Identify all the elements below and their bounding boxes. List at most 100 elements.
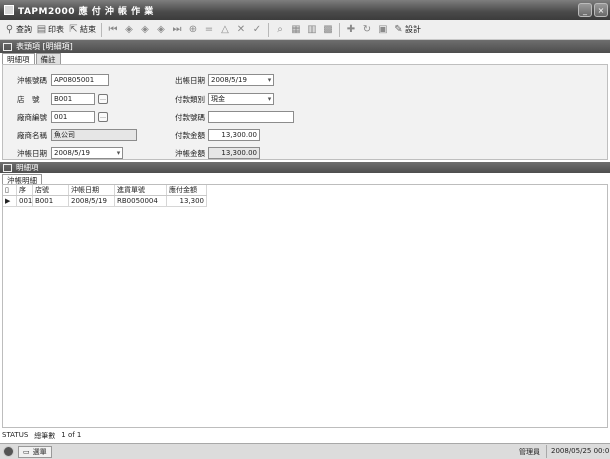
table-cell[interactable]: B001 [33,196,69,206]
store-label: 店 號 [17,95,40,104]
app-icon [4,5,14,15]
edit-button[interactable]: △ [217,22,233,38]
taskbar: ▭ 選單 管理員 2008/05/25 00:0 [0,443,610,459]
voucher-no-field[interactable]: AP0805001 [51,74,109,86]
records-label: 總筆數 [34,432,56,440]
date-dropdown-icon[interactable]: ▾ [113,148,124,158]
column-header[interactable]: 應付金額 [167,185,207,195]
delete-button[interactable]: = [201,22,217,38]
form-icon [3,42,12,51]
print-button[interactable]: ▤ 印表 [34,21,66,39]
design-icon: ✎ [394,24,403,35]
pay-type-label: 付款類別 [175,95,205,104]
pay-no-label: 付款號碼 [175,113,205,122]
current-row-indicator-icon: ▶ [3,196,17,206]
report-button[interactable]: ▥ [304,22,320,38]
next-icon: ◈ [157,24,165,35]
refresh-button[interactable]: ↻ [359,22,375,38]
x-icon: ✕ [236,24,246,35]
table-cell[interactable]: 2008/5/19 [69,196,115,206]
vendor-code-field[interactable]: 001 [51,111,95,123]
report-icon: ▥ [307,24,317,35]
filter-button[interactable]: ▦ [288,22,304,38]
cancel-button[interactable]: ✕ [233,22,249,38]
store-field[interactable]: B001 [51,93,95,105]
voucher-no-label: 沖帳號碼 [17,76,47,85]
detail-grid: ▯ 序 店號 沖帳日期 進貨單號 應付金額 ▶ 001 B001 2008/5/… [2,184,608,428]
exit-button[interactable]: ⇱ 結束 [66,21,98,39]
print-label: 印表 [48,25,64,34]
window-titlebar: TAPM2000 應 付 沖 帳 作 業 _ × [0,0,610,20]
pay-date-dropdown-icon[interactable]: ▾ [264,75,275,85]
triangle-icon: △ [221,24,229,35]
menu-icon: ▭ [23,447,30,456]
exit-icon: ⇱ [69,24,78,35]
save-button[interactable]: ✓ [249,22,265,38]
status-line: STATUS 總筆數 1 of 1 [2,431,81,441]
menu-task-button[interactable]: ▭ 選單 [18,445,52,458]
datetime: 2008/05/25 00:0 [546,445,610,458]
tab-remarks[interactable]: 備註 [35,53,61,64]
vendor-lookup-button[interactable]: … [98,112,108,122]
window-icon: ▣ [378,24,388,35]
last-record-button[interactable]: ⏭ [169,22,185,38]
store-lookup-button[interactable]: … [98,94,108,104]
prev-record-button[interactable]: ◈ [137,22,153,38]
grid-button[interactable]: ▩ [320,22,336,38]
find-button[interactable]: ⌕ [272,22,288,38]
first-record-button[interactable]: ⏮ [105,22,121,38]
table-row[interactable]: ▶ 001 B001 2008/5/19 RB0050004 13,300 [3,196,207,207]
close-button[interactable]: × [594,3,608,17]
refresh-icon: ↻ [362,24,372,35]
next-record-button[interactable]: ◈ [153,22,169,38]
status-label: STATUS [2,431,29,439]
start-button[interactable] [3,446,14,457]
pay-amount-field[interactable]: 13,300.00 [208,129,260,141]
detail-section-title: 明細項 [16,163,39,172]
toolbar-separator [101,22,102,37]
vendor-code-label: 廠商編號 [17,113,47,122]
add-icon: ⊕ [188,24,198,35]
vendor-name-field: 魚公司 [51,129,137,141]
detail-section-bar: 明細項 [0,162,610,173]
toolbar-separator [268,22,269,37]
check-icon: ✓ [252,24,262,35]
table-cell[interactable]: 001 [17,196,33,206]
design-button[interactable]: ✎ 設計 [391,21,423,39]
current-user: 管理員 [519,448,540,456]
pay-no-field[interactable] [208,111,294,123]
tab-detail[interactable]: 明細項 [2,53,35,64]
detail-icon [3,163,12,172]
printer-icon: ▤ [36,24,47,35]
grid-header: ▯ 序 店號 沖帳日期 進貨單號 應付金額 [3,185,207,196]
window-button[interactable]: ▣ [375,22,391,38]
pay-date-label: 出帳日期 [175,76,205,85]
magnifier-icon: ⌕ [277,24,283,35]
column-header[interactable]: 店號 [33,185,69,195]
pay-amount-label: 付款金額 [175,131,205,140]
prev-page-button[interactable]: ◈ [121,22,137,38]
prev-icon: ◈ [141,24,149,35]
table-cell[interactable]: 13,300 [167,196,207,206]
minimize-button[interactable]: _ [578,3,592,17]
header-title: 表頭項 [明細項] [16,42,73,51]
vendor-name-label: 廠商名稱 [17,131,47,140]
table-cell[interactable]: RB0050004 [115,196,167,206]
pay-type-dropdown-icon[interactable]: ▾ [264,94,275,104]
exit-label: 結束 [80,25,96,34]
copy-button[interactable]: ✚ [343,22,359,38]
add-button[interactable]: ⊕ [185,22,201,38]
column-header[interactable]: 沖帳日期 [69,185,115,195]
query-label: 查詢 [16,25,32,34]
header-form: 沖帳號碼 AP0805001 店 號 B001 … 廠商編號 001 … 廠商名… [2,64,608,160]
offset-amount-field: 13,300.00 [208,147,260,159]
copy-icon: ✚ [346,24,356,35]
column-header[interactable]: 序 [17,185,33,195]
column-header[interactable]: 進貨單號 [115,185,167,195]
first-icon: ⏮ [108,24,118,35]
window-title: TAPM2000 應 付 沖 帳 作 業 [18,6,154,17]
query-button[interactable]: ⚲ 查詢 [2,21,34,39]
toolbar: ⚲ 查詢 ▤ 印表 ⇱ 結束 ⏮ ◈ ◈ ◈ ⏭ ⊕ = △ ✕ ✓ ⌕ ▦ ▥… [0,20,610,40]
grid-icon: ▩ [323,24,333,35]
design-label: 設計 [405,25,421,34]
